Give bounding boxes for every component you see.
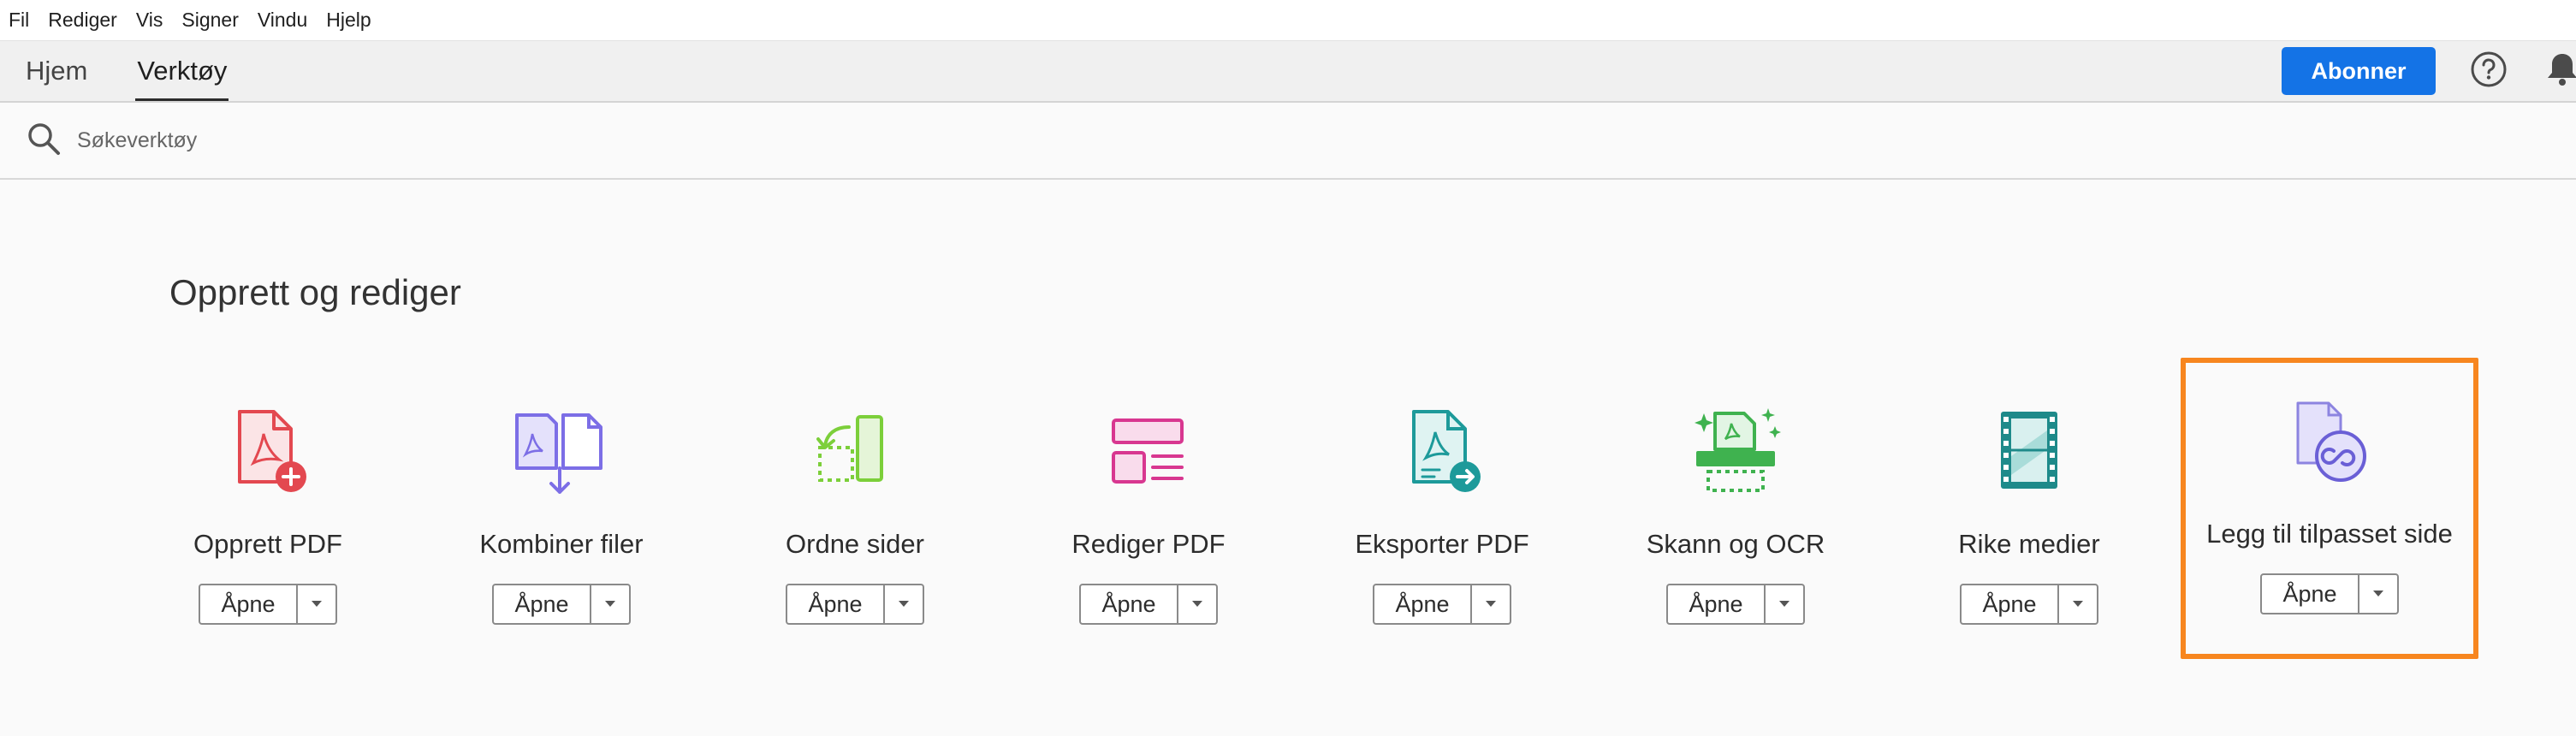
search-icon (26, 121, 62, 161)
edit-pdf-icon[interactable] (1097, 401, 1200, 503)
header-actions: Abonner (2282, 41, 2576, 101)
menu-edit[interactable]: Rediger (48, 9, 117, 32)
chevron-down-icon (605, 601, 615, 607)
tool-label: Rediger PDF (1071, 529, 1226, 559)
tool-label: Kombiner filer (479, 529, 644, 559)
open-button-group: Åpne (1960, 584, 2098, 625)
open-dropdown-button[interactable] (1766, 585, 1803, 623)
open-button[interactable]: Åpne (494, 585, 591, 623)
open-button[interactable]: Åpne (1081, 585, 1178, 623)
combine-files-icon[interactable] (510, 401, 613, 503)
open-button-group: Åpne (199, 584, 337, 625)
chevron-down-icon (2073, 601, 2083, 607)
tab-home[interactable]: Hjem (24, 41, 89, 101)
tool-card-create-pdf: Opprett PDF Åpne (139, 401, 396, 625)
scan-ocr-icon[interactable] (1684, 401, 1787, 503)
tool-label: Rike medier (1958, 529, 2100, 559)
open-button-group: Åpne (1079, 584, 1218, 625)
open-button[interactable]: Åpne (1374, 585, 1472, 623)
tab-tools[interactable]: Verktøy (135, 41, 229, 101)
tool-card-combine-files: Kombiner filer Åpne (433, 401, 690, 625)
tab-bar: Hjem Verktøy Abonner (0, 41, 2576, 103)
open-dropdown-button[interactable] (1472, 585, 1510, 623)
menu-help[interactable]: Hjelp (326, 9, 371, 32)
open-button[interactable]: Åpne (200, 585, 298, 623)
chevron-down-icon (899, 601, 909, 607)
tool-card-export-pdf: Eksporter PDF Åpne (1314, 401, 1570, 625)
subscribe-button[interactable]: Abonner (2282, 47, 2436, 95)
tool-label: Eksporter PDF (1355, 529, 1529, 559)
open-button[interactable]: Åpne (1668, 585, 1766, 623)
open-dropdown-button[interactable] (885, 585, 923, 623)
open-dropdown-button[interactable] (2059, 585, 2097, 623)
export-pdf-icon[interactable] (1391, 401, 1493, 503)
menu-view[interactable]: Vis (136, 9, 163, 32)
bell-icon[interactable] (2545, 50, 2576, 92)
tool-card-organize-pages: Ordne sider Åpne (727, 401, 983, 625)
search-bar (0, 103, 2576, 180)
chevron-down-icon (1192, 601, 1202, 607)
help-icon[interactable] (2470, 50, 2508, 92)
tool-card-rich-media: Rike medier Åpne (1901, 401, 2158, 625)
open-dropdown-button[interactable] (591, 585, 629, 623)
organize-pages-icon[interactable] (804, 401, 906, 503)
open-button[interactable]: Åpne (1962, 585, 2059, 623)
open-button-group: Åpne (1666, 584, 1805, 625)
open-button-group: Åpne (786, 584, 924, 625)
menu-bar: Fil Rediger Vis Signer Vindu Hjelp (0, 0, 2576, 41)
open-dropdown-button[interactable] (1178, 585, 1216, 623)
search-input[interactable] (75, 127, 592, 154)
section-title: Opprett og rediger (169, 272, 461, 312)
menu-sign[interactable]: Signer (181, 9, 238, 32)
tool-label: Skann og OCR (1646, 529, 1825, 559)
chevron-down-icon (1486, 601, 1496, 607)
tool-label: Opprett PDF (193, 529, 342, 559)
create-pdf-icon[interactable] (217, 401, 319, 503)
tool-card-edit-pdf: Rediger PDF Åpne (1020, 401, 1277, 625)
menu-file[interactable]: Fil (9, 9, 29, 32)
open-button-group: Åpne (492, 584, 631, 625)
rich-media-icon[interactable] (1978, 401, 2080, 503)
menu-window[interactable]: Vindu (258, 9, 307, 32)
tool-card-scan-ocr: Skann og OCR Åpne (1607, 401, 1864, 625)
open-button-group: Åpne (1373, 584, 1511, 625)
tool-label: Ordne sider (786, 529, 924, 559)
chevron-down-icon (1779, 601, 1790, 607)
open-dropdown-button[interactable] (298, 585, 335, 623)
chevron-down-icon (312, 601, 322, 607)
open-button[interactable]: Åpne (787, 585, 885, 623)
highlight-box (2181, 358, 2478, 659)
